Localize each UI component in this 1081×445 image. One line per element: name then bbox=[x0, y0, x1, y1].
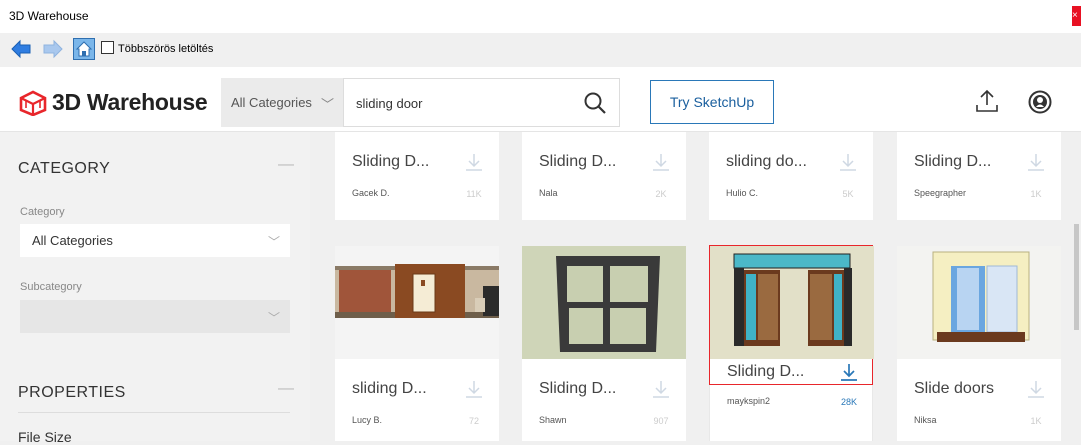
site-header: 3D Warehouse All Categories ﹀ sliding do… bbox=[0, 67, 1081, 132]
chevron-down-icon: ﹀ bbox=[321, 97, 335, 112]
properties-section-title: PROPERTIES bbox=[18, 384, 126, 401]
download-icon[interactable] bbox=[840, 362, 858, 382]
category-dropdown[interactable]: All Categories ﹀ bbox=[221, 78, 343, 127]
model-card[interactable]: Sliding D... Shawn 907 bbox=[522, 246, 686, 441]
category-section-title: CATEGORY bbox=[18, 160, 111, 177]
window-titlebar: 3D Warehouse × bbox=[0, 0, 1081, 33]
model-card[interactable]: Sliding D... Nala 2K bbox=[522, 132, 686, 220]
window-title: 3D Warehouse bbox=[9, 9, 89, 23]
download-icon[interactable] bbox=[465, 379, 483, 399]
model-preview-image bbox=[522, 246, 686, 359]
window-close-button[interactable]: × bbox=[1072, 6, 1081, 26]
model-author[interactable]: Lucy B. bbox=[352, 415, 382, 425]
model-title[interactable]: Sliding D... bbox=[539, 153, 616, 171]
model-thumbnail[interactable] bbox=[335, 246, 499, 359]
download-count: 1K bbox=[1030, 416, 1042, 426]
model-card-footer[interactable]: maykspin2 28K bbox=[709, 385, 873, 441]
model-thumbnail[interactable] bbox=[710, 246, 874, 359]
chevron-down-icon: ﹀ bbox=[268, 235, 281, 249]
model-title[interactable]: sliding do... bbox=[726, 153, 807, 171]
model-author[interactable]: Nala bbox=[539, 188, 558, 198]
home-icon bbox=[73, 38, 95, 60]
model-thumbnail[interactable] bbox=[897, 246, 1061, 359]
search-input[interactable]: sliding door bbox=[343, 78, 620, 127]
download-icon[interactable] bbox=[652, 379, 670, 399]
file-size-label: File Size bbox=[18, 429, 72, 445]
search-icon[interactable] bbox=[583, 91, 607, 115]
arrow-left-icon bbox=[11, 39, 31, 59]
model-card[interactable]: Sliding D... Speegrapher 1K bbox=[897, 132, 1061, 220]
download-count: 72 bbox=[468, 416, 479, 426]
category-label: Category bbox=[20, 206, 65, 218]
model-author[interactable]: Speegrapher bbox=[914, 188, 966, 198]
model-card[interactable]: sliding D... Lucy B. 72 bbox=[335, 246, 499, 441]
download-count: 28K bbox=[840, 397, 857, 407]
model-title[interactable]: Sliding D... bbox=[539, 380, 616, 398]
model-title[interactable]: Sliding D... bbox=[914, 153, 991, 171]
collapse-properties-button[interactable]: — bbox=[278, 380, 294, 398]
scrollbar-thumb[interactable] bbox=[1074, 224, 1079, 330]
site-logo-text[interactable]: 3D Warehouse bbox=[52, 89, 208, 116]
download-count: 1K bbox=[1030, 189, 1042, 199]
model-author[interactable]: Niksa bbox=[914, 415, 937, 425]
model-card[interactable]: sliding do... Hulio C. 5K bbox=[709, 132, 873, 220]
multi-download-checkbox[interactable] bbox=[101, 41, 114, 54]
section-divider bbox=[18, 412, 290, 413]
model-title[interactable]: sliding D... bbox=[352, 380, 427, 398]
model-author[interactable]: Hulio C. bbox=[726, 188, 758, 198]
try-sketchup-button[interactable]: Try SketchUp bbox=[650, 80, 774, 124]
model-preview-image bbox=[335, 246, 499, 359]
arrow-right-icon bbox=[43, 39, 63, 59]
model-author[interactable]: Gacek D. bbox=[352, 188, 390, 198]
download-count: 11K bbox=[466, 189, 482, 199]
subcategory-label: Subcategory bbox=[20, 281, 82, 293]
model-card[interactable]: Sliding D... Gacek D. 11K bbox=[335, 132, 499, 220]
back-button[interactable] bbox=[10, 38, 32, 60]
navigation-toolbar: Többszörös letöltés bbox=[0, 33, 1081, 67]
results-grid: Sliding D... Gacek D. 11K Sliding D... N… bbox=[310, 132, 1081, 441]
download-icon[interactable] bbox=[1027, 379, 1045, 399]
model-card[interactable]: Slide doors Niksa 1K bbox=[897, 246, 1061, 441]
category-dropdown-value: All Categories bbox=[231, 95, 312, 110]
home-button[interactable] bbox=[73, 38, 95, 60]
category-select-value: All Categories bbox=[32, 233, 113, 248]
model-preview-image bbox=[897, 246, 1061, 359]
filter-sidebar: CATEGORY — Category All Categories ﹀ Sub… bbox=[0, 132, 310, 445]
upload-icon[interactable] bbox=[975, 89, 999, 115]
model-author[interactable]: Shawn bbox=[539, 415, 567, 425]
download-count: 5K bbox=[842, 189, 854, 199]
collapse-category-button[interactable]: — bbox=[278, 156, 294, 174]
download-icon[interactable] bbox=[1027, 152, 1045, 172]
search-query: sliding door bbox=[356, 96, 423, 111]
category-select[interactable]: All Categories ﹀ bbox=[20, 224, 290, 257]
download-icon[interactable] bbox=[652, 152, 670, 172]
model-title[interactable]: Slide doors bbox=[914, 380, 994, 398]
download-count: 907 bbox=[653, 416, 669, 426]
subcategory-select[interactable]: ﹀ bbox=[20, 300, 290, 333]
model-author[interactable]: maykspin2 bbox=[727, 396, 770, 406]
model-title[interactable]: Sliding D... bbox=[352, 153, 429, 171]
model-card-selected[interactable]: Sliding D... bbox=[709, 245, 874, 385]
download-count: 2K bbox=[655, 189, 667, 199]
user-icon[interactable] bbox=[1028, 90, 1052, 114]
model-thumbnail[interactable] bbox=[522, 246, 686, 359]
download-icon[interactable] bbox=[465, 152, 483, 172]
model-title[interactable]: Sliding D... bbox=[727, 363, 804, 381]
model-preview-image bbox=[710, 246, 874, 359]
chevron-down-icon: ﹀ bbox=[268, 311, 281, 325]
results-scrollbar[interactable] bbox=[1071, 132, 1081, 441]
warehouse-logo-icon bbox=[19, 90, 47, 116]
forward-button[interactable] bbox=[42, 38, 64, 60]
close-icon: × bbox=[1072, 10, 1078, 21]
multi-download-label: Többszörös letöltés bbox=[118, 43, 214, 55]
download-icon[interactable] bbox=[839, 152, 857, 172]
